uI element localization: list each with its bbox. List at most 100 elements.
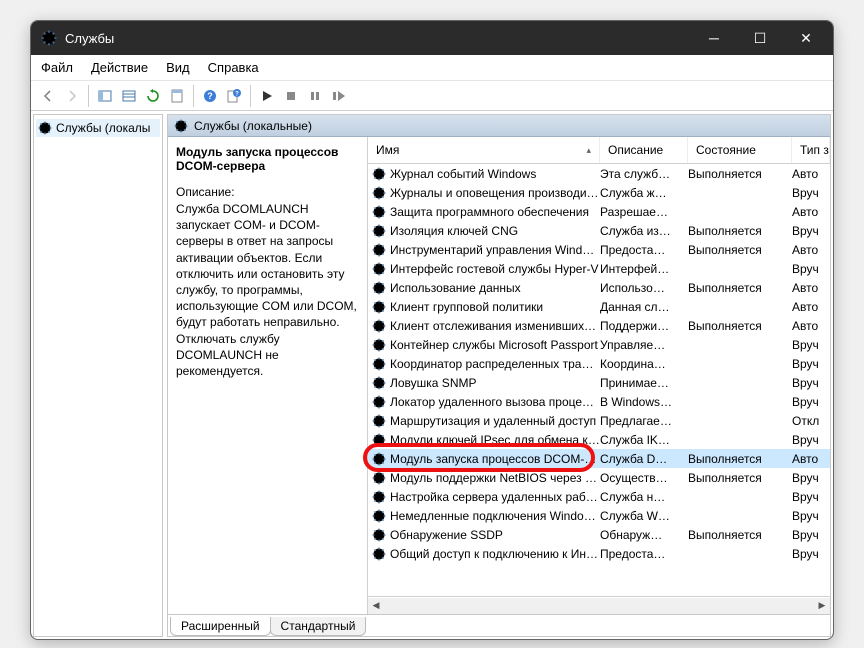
service-state: Выполняется (688, 452, 792, 466)
minimize-button[interactable]: ─ (691, 21, 737, 55)
service-name: Защита программного обеспечения (390, 205, 600, 219)
right-body: Модуль запуска процессов DCOM-сервера Оп… (168, 137, 830, 614)
service-row[interactable]: Клиент групповой политикиДанная сл…Авто (368, 297, 830, 316)
menu-file[interactable]: Файл (41, 60, 73, 75)
service-name: Использование данных (390, 281, 600, 295)
gear-icon (372, 205, 386, 219)
window-title: Службы (65, 31, 114, 46)
service-description: Данная сл… (600, 300, 688, 314)
tree-pane[interactable]: Службы (локалы (33, 114, 163, 637)
service-description: Служба ж… (600, 186, 688, 200)
service-row[interactable]: Общий доступ к подключению к Инт…Предост… (368, 544, 830, 563)
service-startup-type: Авто (792, 243, 830, 257)
service-row[interactable]: Немедленные подключения Windows…Служба W… (368, 506, 830, 525)
service-row[interactable]: Использование данныхИспользо…Выполняется… (368, 278, 830, 297)
pause-service-button[interactable] (304, 85, 326, 107)
gear-icon (372, 433, 386, 447)
service-startup-type: Вруч (792, 490, 830, 504)
gear-icon (372, 490, 386, 504)
restart-service-button[interactable] (328, 85, 350, 107)
service-row[interactable]: Инструментарий управления WindowsПредост… (368, 240, 830, 259)
scroll-right-icon[interactable]: ▶ (814, 598, 830, 614)
svg-text:?: ? (235, 91, 239, 97)
gear-icon (38, 121, 52, 135)
tree-root-item[interactable]: Службы (локалы (36, 119, 160, 137)
service-startup-type: Вруч (792, 186, 830, 200)
show-hide-tree-button[interactable] (94, 85, 116, 107)
service-row[interactable]: Журналы и оповещения производите…Служба … (368, 183, 830, 202)
service-name: Изоляция ключей CNG (390, 224, 600, 238)
column-state[interactable]: Состояние (688, 137, 792, 163)
service-startup-type: Вруч (792, 395, 830, 409)
service-row[interactable]: Защита программного обеспеченияРазрешае…… (368, 202, 830, 221)
service-row[interactable]: Модуль поддержки NetBIOS через TC…Осущес… (368, 468, 830, 487)
maximize-button[interactable]: ☐ (737, 21, 783, 55)
menu-help[interactable]: Справка (208, 60, 259, 75)
service-startup-type: Вруч (792, 471, 830, 485)
service-row[interactable]: Маршрутизация и удаленный доступПредлага… (368, 411, 830, 430)
service-row[interactable]: Координатор распределенных транза…Коорди… (368, 354, 830, 373)
gear-icon (372, 300, 386, 314)
service-startup-type: Авто (792, 167, 830, 181)
menu-view[interactable]: Вид (166, 60, 190, 75)
help-button[interactable]: ? (199, 85, 221, 107)
scroll-left-icon[interactable]: ◀ (368, 598, 384, 614)
tab-extended[interactable]: Расширенный (170, 617, 271, 636)
menu-action[interactable]: Действие (91, 60, 148, 75)
service-state: Выполняется (688, 167, 792, 181)
description-label: Описание: (176, 185, 359, 199)
export-list-button[interactable] (118, 85, 140, 107)
service-name: Модуль поддержки NetBIOS через TC… (390, 471, 600, 485)
service-state: Выполняется (688, 281, 792, 295)
gear-icon (372, 357, 386, 371)
service-row[interactable]: Интерфейс гостевой службы Hyper-VИнтерфе… (368, 259, 830, 278)
service-name: Маршрутизация и удаленный доступ (390, 414, 600, 428)
service-row[interactable]: Контейнер службы Microsoft PassportУправ… (368, 335, 830, 354)
service-description: Предоста… (600, 547, 688, 561)
service-startup-type: Авто (792, 205, 830, 219)
column-startup-type[interactable]: Тип з (792, 137, 830, 163)
refresh-button[interactable] (142, 85, 164, 107)
back-button[interactable] (37, 85, 59, 107)
service-description: Интерфей… (600, 262, 688, 276)
service-row[interactable]: Модуль запуска процессов DCOM-се…Служба … (368, 449, 830, 468)
stop-service-button[interactable] (280, 85, 302, 107)
service-row[interactable]: Настройка сервера удаленных рабоч…Служба… (368, 487, 830, 506)
horizontal-scrollbar[interactable]: ◀ ▶ (368, 596, 830, 614)
list-rows[interactable]: Журнал событий WindowsЭта служб…Выполняе… (368, 164, 830, 596)
service-row[interactable]: Изоляция ключей CNGСлужба из…Выполняется… (368, 221, 830, 240)
service-description: Служба из… (600, 224, 688, 238)
gear-icon (372, 167, 386, 181)
service-row[interactable]: Модули ключей IPsec для обмена кл…Служба… (368, 430, 830, 449)
service-row[interactable]: Журнал событий WindowsЭта служб…Выполняе… (368, 164, 830, 183)
tab-standard[interactable]: Стандартный (270, 617, 367, 636)
forward-button[interactable] (61, 85, 83, 107)
column-headers: Имя▴ Описание Состояние Тип з (368, 137, 830, 164)
close-button[interactable]: ✕ (783, 21, 829, 55)
properties-button[interactable] (166, 85, 188, 107)
right-pane: Службы (локальные) Модуль запуска процес… (167, 114, 831, 637)
start-service-button[interactable] (256, 85, 278, 107)
service-name: Журналы и оповещения производите… (390, 186, 600, 200)
service-state: Выполняется (688, 243, 792, 257)
service-startup-type: Откл (792, 414, 830, 428)
service-description: Разрешае… (600, 205, 688, 219)
service-description: Служба W… (600, 509, 688, 523)
service-name: Интерфейс гостевой службы Hyper-V (390, 262, 600, 276)
service-name: Инструментарий управления Windows (390, 243, 600, 257)
help2-button[interactable]: ? (223, 85, 245, 107)
service-row[interactable]: Клиент отслеживания изменившихся …Поддер… (368, 316, 830, 335)
service-name: Ловушка SNMP (390, 376, 600, 390)
service-description: Осуществ… (600, 471, 688, 485)
column-name[interactable]: Имя▴ (368, 137, 600, 163)
service-startup-type: Авто (792, 319, 830, 333)
column-description[interactable]: Описание (600, 137, 688, 163)
service-startup-type: Вруч (792, 338, 830, 352)
service-row[interactable]: Локатор удаленного вызова процеду…В Wind… (368, 392, 830, 411)
service-row[interactable]: Обнаружение SSDPОбнаруж…ВыполняетсяВруч (368, 525, 830, 544)
service-row[interactable]: Ловушка SNMPПринимае…Вруч (368, 373, 830, 392)
service-startup-type: Вруч (792, 357, 830, 371)
service-description: Использо… (600, 281, 688, 295)
service-description: Эта служб… (600, 167, 688, 181)
service-name: Журнал событий Windows (390, 167, 600, 181)
